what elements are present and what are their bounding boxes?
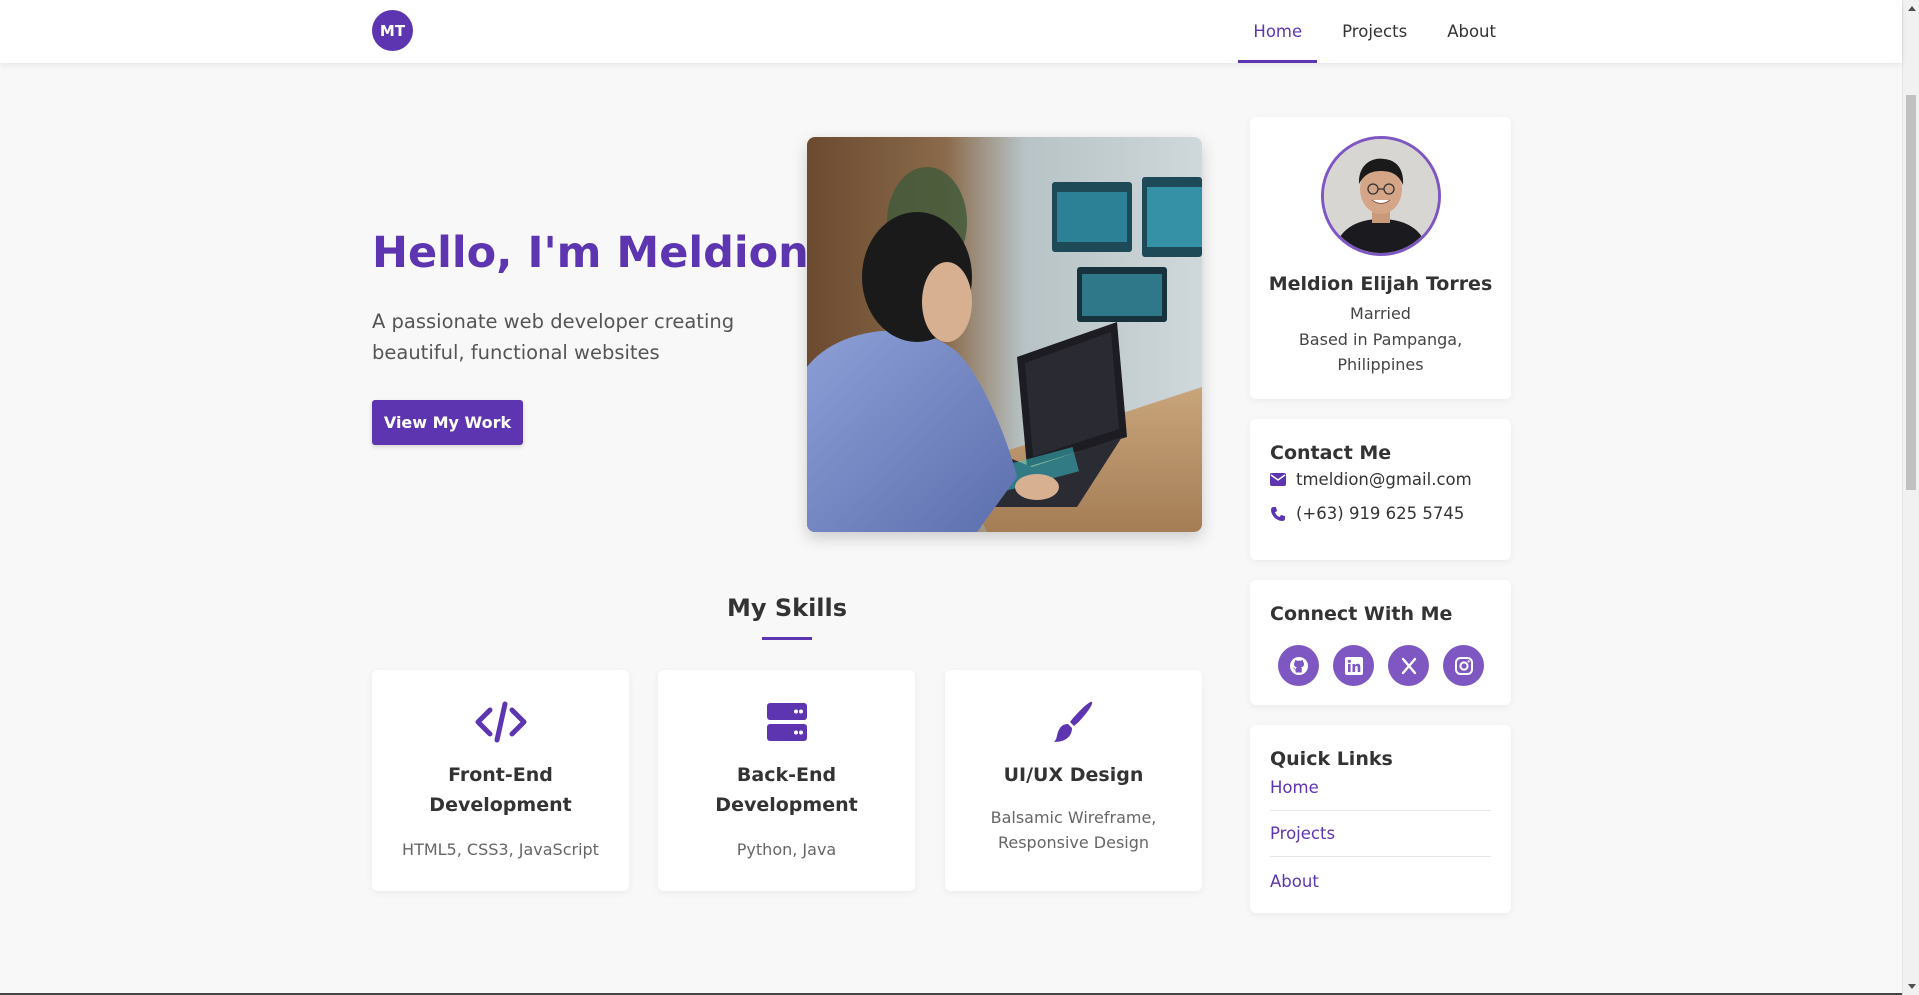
skill-name: Back-End Development xyxy=(715,764,858,816)
scroll-up-arrow-icon[interactable] xyxy=(1903,0,1919,17)
profile-name: Meldion Elijah Torres xyxy=(1268,273,1493,295)
scrollbar[interactable] xyxy=(1902,0,1919,995)
skill-card-backend: Back-End Development Python, Java xyxy=(658,670,915,891)
navbar: MT Home Projects About xyxy=(0,0,1902,63)
linkedin-icon[interactable] xyxy=(1333,645,1374,686)
phone-icon xyxy=(1271,506,1285,521)
connect-title: Connect With Me xyxy=(1270,603,1453,625)
quick-link-home[interactable]: Home xyxy=(1270,765,1491,811)
skill-desc: Balsamic Wireframe, Responsive Design xyxy=(990,808,1157,852)
skill-card-uiux: UI/UX Design Balsamic Wireframe, Respons… xyxy=(945,670,1202,891)
scrollbar-thumb[interactable] xyxy=(1906,95,1916,490)
profile-location: Based in Pampanga, Philippines xyxy=(1298,330,1463,374)
envelope-icon xyxy=(1270,473,1286,486)
contact-title: Contact Me xyxy=(1270,442,1392,464)
connect-card: Connect With Me xyxy=(1250,580,1511,705)
server-icon xyxy=(658,700,915,744)
contact-phone-text: (+63) 919 625 5745 xyxy=(1296,504,1465,523)
skills-title-underline xyxy=(762,637,812,640)
skill-desc: HTML5, CSS3, JavaScript xyxy=(402,840,599,859)
instagram-icon[interactable] xyxy=(1443,645,1484,686)
nav-link-home[interactable]: Home xyxy=(1238,0,1317,63)
github-icon[interactable] xyxy=(1278,645,1319,686)
skill-name: UI/UX Design xyxy=(1003,764,1144,786)
quick-links-card: Quick Links Home Projects About xyxy=(1250,725,1511,913)
quick-link-projects[interactable]: Projects xyxy=(1270,811,1491,857)
contact-email[interactable]: tmeldion@gmail.com xyxy=(1270,470,1472,489)
social-links xyxy=(1278,645,1498,686)
hero-subtitle: A passionate web developer creating beau… xyxy=(372,310,735,364)
scroll-down-arrow-icon[interactable] xyxy=(1903,978,1919,995)
contact-phone[interactable]: (+63) 919 625 5745 xyxy=(1270,504,1464,523)
hero-title: Hello, I'm Meldion xyxy=(372,228,809,278)
nav-link-about[interactable]: About xyxy=(1432,0,1511,63)
contact-card: Contact Me tmeldion@gmail.com (+63) 919 … xyxy=(1250,419,1511,560)
profile-card: Meldion Elijah Torres Married Based in P… xyxy=(1250,117,1511,399)
quick-link-about[interactable]: About xyxy=(1270,858,1491,904)
skill-card-frontend: Front-End Development HTML5, CSS3, JavaS… xyxy=(372,670,629,891)
paintbrush-icon xyxy=(945,700,1202,744)
logo[interactable]: MT xyxy=(372,10,413,51)
nav-link-projects[interactable]: Projects xyxy=(1327,0,1422,63)
contact-email-text: tmeldion@gmail.com xyxy=(1296,470,1472,489)
nav-links: Home Projects About xyxy=(1228,0,1511,63)
skill-desc: Python, Java xyxy=(736,840,837,859)
hero-image xyxy=(807,137,1202,532)
skill-name: Front-End Development xyxy=(429,764,572,816)
profile-status: Married xyxy=(1350,304,1411,323)
x-icon[interactable] xyxy=(1388,645,1429,686)
view-my-work-button[interactable]: View My Work xyxy=(372,400,523,445)
skills-title: My Skills xyxy=(726,594,848,622)
avatar xyxy=(1321,136,1441,256)
code-icon xyxy=(372,700,629,744)
